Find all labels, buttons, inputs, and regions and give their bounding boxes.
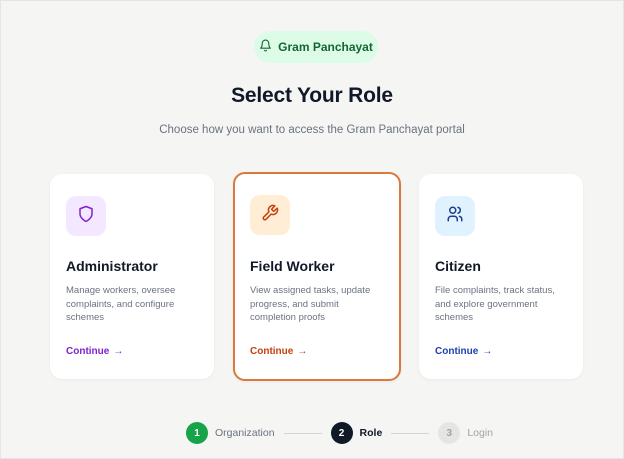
step-3-indicator: 3 [438, 422, 461, 444]
continue-label: Continue [250, 346, 294, 357]
step-connector [283, 432, 322, 434]
continue-label: Continue [66, 346, 110, 357]
role-description: File complaints, track status, and explo… [435, 285, 555, 323]
wrench-icon [261, 204, 279, 227]
progress-stepper: 1 Organization 2 Role 3 Login [186, 421, 493, 445]
bell-icon [259, 39, 272, 55]
users-icon [446, 205, 464, 228]
role-title: Administrator [66, 258, 158, 274]
citizen-icon-box [435, 196, 475, 236]
gram-panchayat-badge: Gram Panchayat [254, 31, 378, 63]
shield-icon [77, 205, 95, 228]
page-subtitle: Choose how you want to access the Gram P… [159, 124, 465, 136]
step-2-indicator: 2 [330, 422, 353, 444]
continue-link-field-worker[interactable]: Continue → [250, 346, 307, 357]
role-card-administrator[interactable]: Administrator Manage workers, oversee co… [50, 174, 214, 379]
step-3-label: Login [467, 427, 494, 439]
role-card-citizen[interactable]: Citizen File complaints, track status, a… [419, 174, 583, 379]
page-title: Select Your Role [231, 84, 393, 107]
step-1-indicator: 1 [186, 422, 208, 444]
role-title: Citizen [435, 258, 481, 274]
step-2-label: Role [359, 427, 383, 439]
role-description: Manage workers, oversee complaints, and … [66, 285, 176, 323]
badge-label: Gram Panchayat [278, 40, 373, 54]
field-worker-icon-box [250, 195, 290, 235]
continue-link-citizen[interactable]: Continue → [435, 346, 492, 357]
continue-label: Continue [435, 346, 479, 357]
arrow-right-icon: → [113, 346, 124, 357]
role-title: Field Worker [250, 258, 335, 274]
continue-link-administrator[interactable]: Continue → [66, 346, 123, 357]
role-description: View assigned tasks, update progress, an… [250, 285, 371, 323]
arrow-right-icon: → [482, 346, 493, 357]
step-1-label: Organization [215, 427, 275, 439]
role-card-field-worker[interactable]: Field Worker View assigned tasks, update… [233, 172, 401, 381]
step-connector [391, 432, 430, 434]
administrator-icon-box [66, 196, 106, 236]
arrow-right-icon: → [297, 346, 308, 357]
